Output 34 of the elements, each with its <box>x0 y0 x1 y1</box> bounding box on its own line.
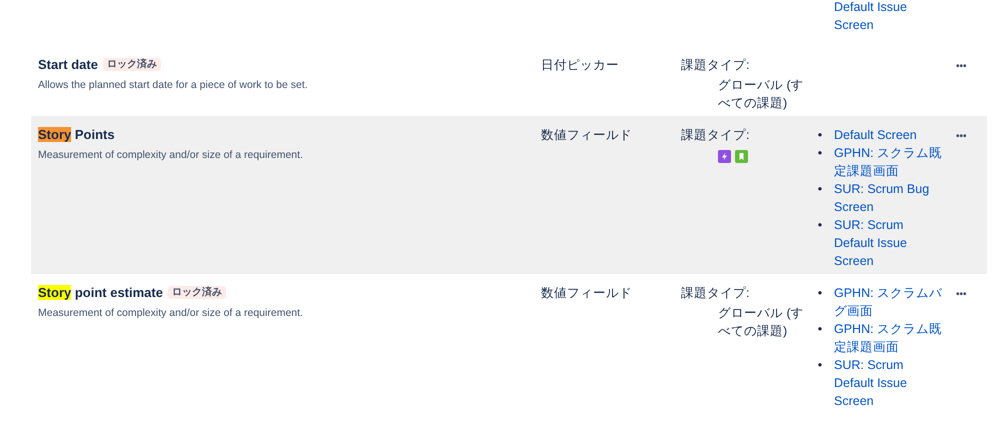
screen-link[interactable]: Default Screen <box>834 126 946 144</box>
locked-badge: ロック済み <box>168 286 226 299</box>
field-description: Measurement of complexity and/or size of a requirement. <box>38 148 304 162</box>
screen-link[interactable]: SUR: Scrum Bug Screen <box>834 180 946 216</box>
bullet: • <box>816 180 824 198</box>
bullet: • <box>816 284 824 302</box>
field-type: 数値フィールド <box>541 286 632 300</box>
context-label: 課題タイプ: <box>681 128 750 142</box>
field-name: Story point estimate <box>38 284 163 300</box>
context-value: グローバル (すべての課題) <box>717 304 805 340</box>
bullet: • <box>816 144 824 162</box>
screen-link[interactable]: Default Issue Screen <box>834 0 946 34</box>
field-name: Story Points <box>38 126 115 142</box>
context-label: 課題タイプ: <box>681 58 750 72</box>
context-label: 課題タイプ: <box>681 286 750 300</box>
bullet: • <box>816 320 824 338</box>
screen-link[interactable]: GPHN: スクラムバグ画面 <box>834 284 946 320</box>
field-description: Allows the planned start date for a piece of work to be set. <box>38 78 309 93</box>
field-description: Measurement of complexity and/or size of a requirement. <box>38 306 304 320</box>
screen-link[interactable]: GPHN: スクラム既定課題画面 <box>834 144 946 180</box>
context-value: グローバル (すべての課題) <box>717 76 805 112</box>
bullet: • <box>816 216 824 234</box>
more-button[interactable]: ••• <box>954 288 969 302</box>
field-type: 日付ピッカー <box>541 58 619 72</box>
screen-link[interactable]: GPHN: スクラム既定課題画面 <box>834 320 946 356</box>
bullet: • <box>816 356 824 374</box>
bullet: • <box>816 126 824 144</box>
field-name: Start date <box>38 57 98 72</box>
screen-link[interactable]: SUR: Scrum Default Issue Screen <box>834 356 946 410</box>
more-button[interactable]: ••• <box>954 60 969 74</box>
locked-badge: ロック済み <box>102 58 161 71</box>
more-button[interactable]: ••• <box>954 130 969 144</box>
field-type: 数値フィールド <box>541 128 632 142</box>
screen-link[interactable]: SUR: Scrum Default Issue Screen <box>834 216 946 270</box>
